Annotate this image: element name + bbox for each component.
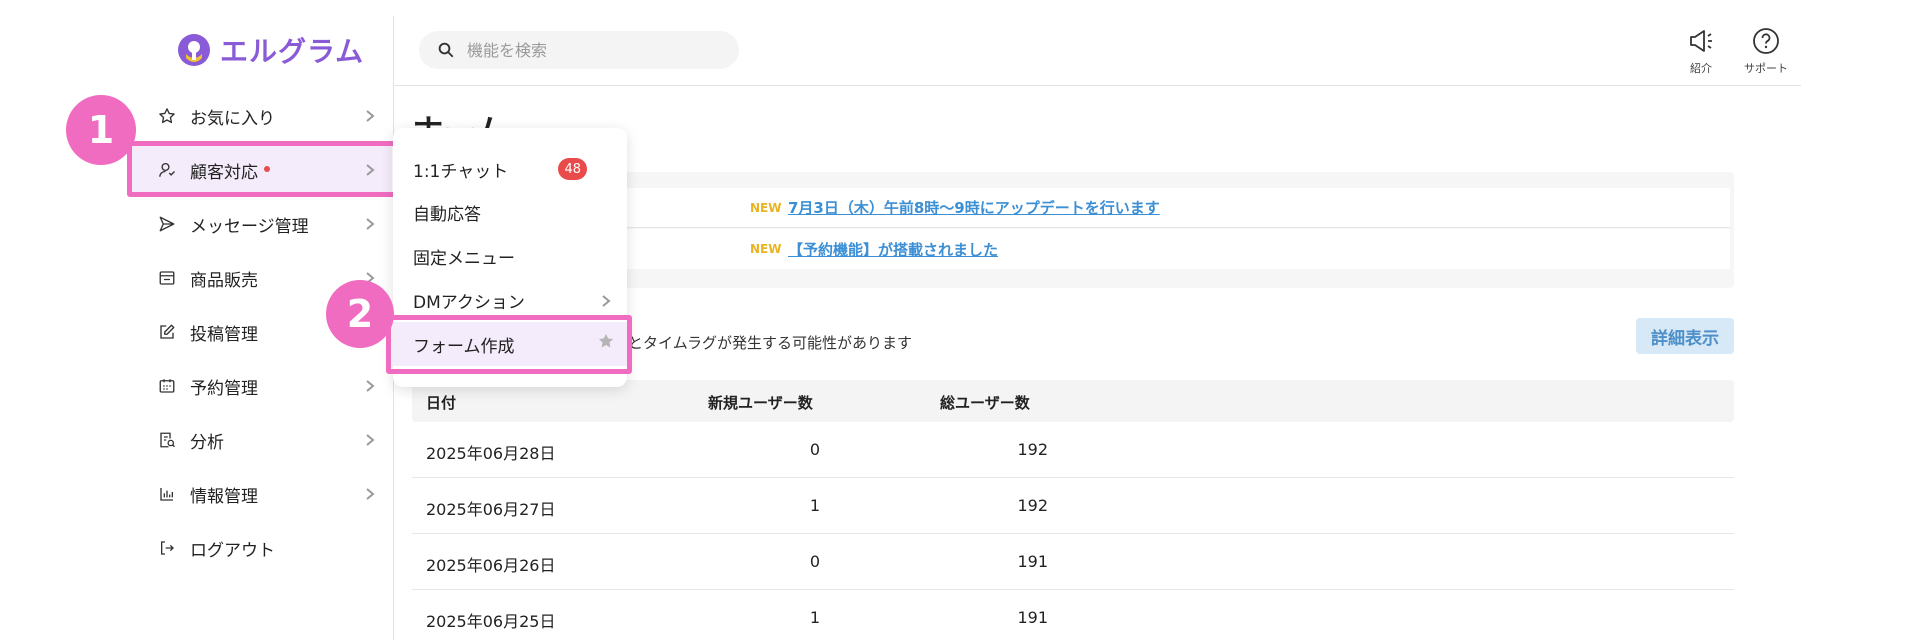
cell-total-users: 191	[1017, 608, 1048, 627]
chevron-right-icon	[366, 434, 375, 446]
sidebar-item-info-management[interactable]: 情報管理	[130, 470, 392, 518]
app-logo[interactable]: エルグラム	[176, 30, 364, 70]
support-label: サポート	[1744, 62, 1788, 75]
cell-new-users: 1	[809, 496, 820, 515]
cell-total-users: 191	[1017, 552, 1048, 571]
sidebar-item-label: 予約管理	[190, 378, 258, 399]
chevron-right-icon	[602, 295, 611, 307]
search-bar[interactable]	[419, 31, 739, 69]
star-icon	[156, 105, 178, 127]
sidebar-item-logout[interactable]: ログアウト	[130, 524, 392, 572]
submenu-item-label: 自動応答	[413, 204, 481, 225]
search-icon	[438, 42, 454, 58]
sidebar-item-customer-support[interactable]: 顧客対応	[130, 146, 392, 194]
help-icon	[1753, 28, 1779, 54]
submenu-item-label: 固定メニュー	[413, 248, 515, 269]
news-link[interactable]: 7月3日（木）午前8時〜9時にアップデートを行います	[788, 197, 1160, 218]
news-link[interactable]: 【予約機能】が搭載されました	[788, 239, 998, 260]
megaphone-icon	[1690, 30, 1712, 52]
notification-dot	[264, 166, 270, 172]
unread-count-badge: 48	[558, 158, 587, 180]
column-header-date: 日付	[426, 394, 457, 412]
cell-date: 2025年06月26日	[426, 556, 556, 575]
report-icon	[156, 429, 178, 451]
chevron-right-icon	[366, 488, 375, 500]
sidebar-item-analytics[interactable]: 分析	[130, 416, 392, 464]
sidebar-item-label: メッセージ管理	[190, 216, 309, 237]
cell-total-users: 192	[1017, 440, 1048, 459]
refer-button[interactable]: 紹介	[1671, 26, 1731, 76]
table-row: 2025年06月27日 1 192	[412, 478, 1734, 534]
customer-support-submenu: 1:1チャット 48 自動応答 固定メニュー DMアクション フォーム作成	[393, 128, 627, 387]
support-button[interactable]: サポート	[1736, 26, 1796, 76]
sidebar-item-favorites[interactable]: お気に入り	[130, 92, 392, 140]
table-row: 2025年06月26日 0 191	[412, 534, 1734, 590]
chevron-right-icon	[366, 110, 375, 122]
cell-total-users: 192	[1017, 496, 1048, 515]
bar-chart-icon	[156, 483, 178, 505]
cell-new-users: 1	[809, 608, 820, 627]
sidebar-item-messages[interactable]: メッセージ管理	[130, 200, 392, 248]
search-input[interactable]	[467, 40, 707, 60]
header-divider	[394, 85, 1801, 86]
submenu-item-label: フォーム作成	[413, 336, 515, 357]
chevron-right-icon	[366, 218, 375, 230]
step-badge-1: 1	[66, 95, 136, 165]
submenu-item-form-create[interactable]: フォーム作成	[393, 322, 627, 366]
table-row: 2025年06月25日 1 191	[412, 590, 1734, 640]
store-icon	[156, 267, 178, 289]
new-badge: NEW	[750, 242, 782, 256]
sidebar-item-reservations[interactable]: 予約管理	[130, 362, 392, 410]
cell-new-users: 0	[809, 440, 820, 459]
sidebar-item-label: 情報管理	[190, 486, 258, 507]
submenu-item-auto-reply[interactable]: 自動応答	[393, 192, 627, 232]
submenu-item-label: 1:1チャット	[413, 161, 509, 182]
favorite-star-icon[interactable]	[597, 332, 615, 350]
column-header-new-users: 新規ユーザー数	[708, 394, 813, 412]
logo-mark-icon	[176, 32, 212, 68]
submenu-item-chat[interactable]: 1:1チャット 48	[393, 149, 627, 189]
sidebar-item-label: 分析	[190, 432, 224, 453]
sidebar-item-label: ログアウト	[190, 540, 275, 561]
cell-date: 2025年06月28日	[426, 444, 556, 463]
cell-new-users: 0	[809, 552, 820, 571]
brand-name: エルグラム	[220, 35, 365, 68]
chevron-right-icon	[366, 380, 375, 392]
submenu-item-label: DMアクション	[413, 292, 525, 313]
send-icon	[156, 213, 178, 235]
calendar-icon	[156, 375, 178, 397]
detail-view-button[interactable]: 詳細表示	[1636, 318, 1734, 354]
column-header-total-users: 総ユーザー数	[940, 394, 1030, 412]
new-badge: NEW	[750, 200, 782, 215]
sidebar-item-label: お気に入り	[190, 108, 275, 129]
cell-date: 2025年06月27日	[426, 500, 556, 519]
chevron-right-icon	[366, 164, 375, 176]
refer-label: 紹介	[1690, 62, 1712, 75]
timelag-note-text: とタイムラグが発生する可能性があります	[628, 334, 912, 352]
sidebar-item-label: 顧客対応	[190, 162, 258, 183]
sidebar-item-label: 投稿管理	[190, 324, 258, 345]
user-icon	[156, 159, 178, 181]
sidebar-item-label: 商品販売	[190, 270, 258, 291]
submenu-item-fixed-menu[interactable]: 固定メニュー	[393, 236, 627, 276]
logout-icon	[156, 537, 178, 559]
edit-icon	[156, 321, 178, 343]
cell-date: 2025年06月25日	[426, 612, 556, 631]
table-row: 2025年06月28日 0 192	[412, 422, 1734, 478]
submenu-item-dm-action[interactable]: DMアクション	[393, 280, 627, 320]
step-badge-2: 2	[326, 280, 394, 348]
